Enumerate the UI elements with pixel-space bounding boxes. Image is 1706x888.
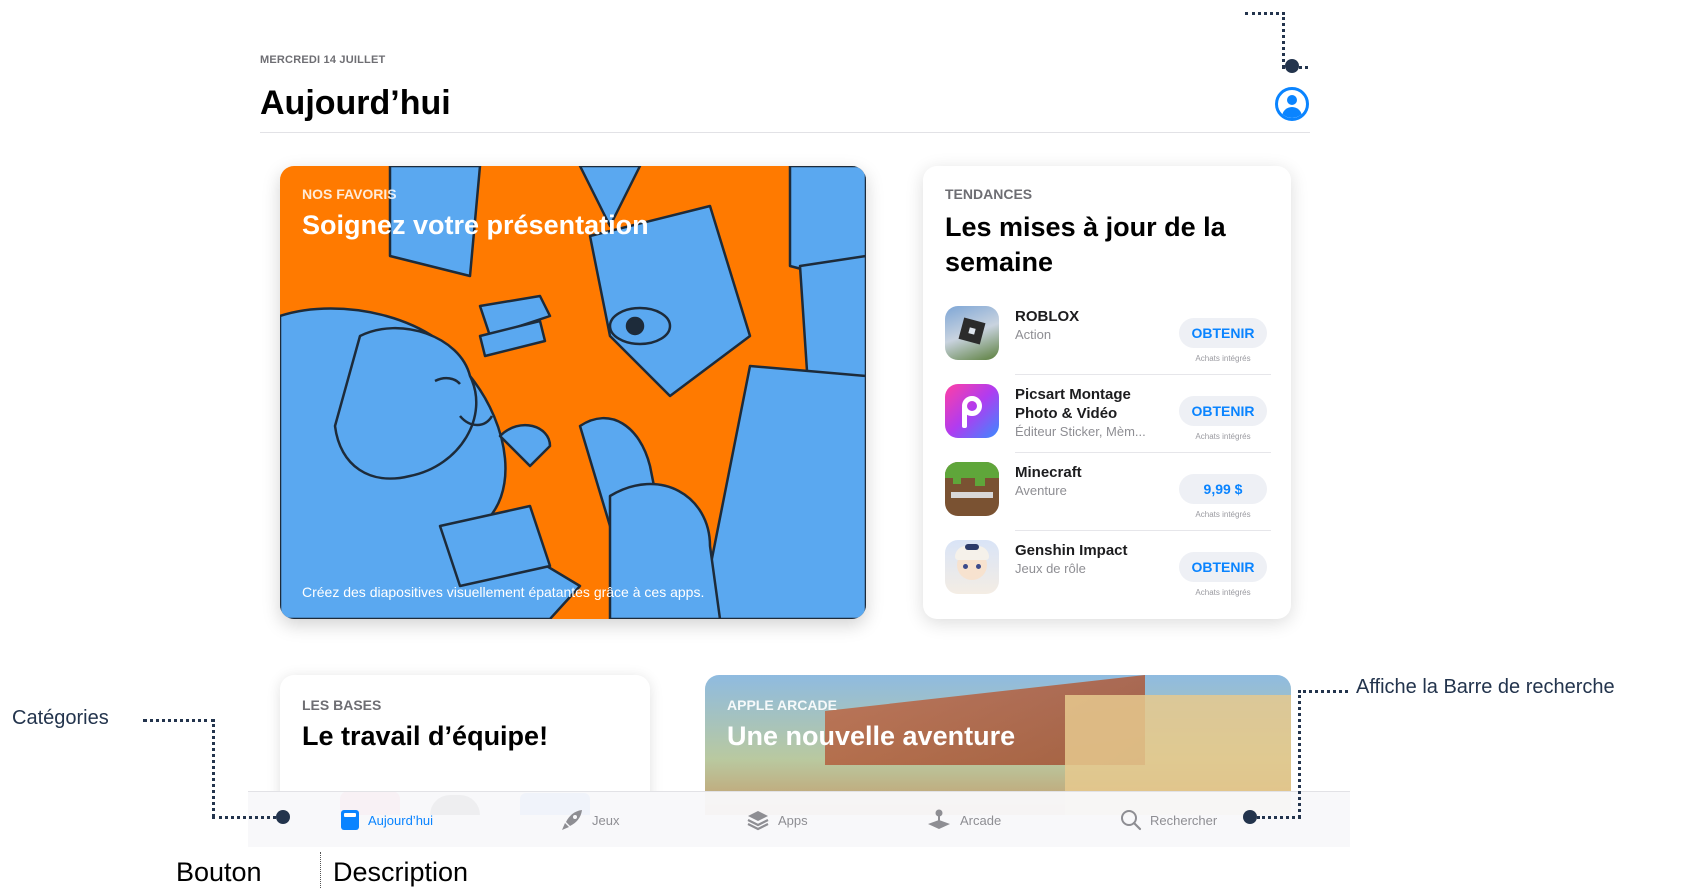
trending-card[interactable]: TENDANCES Les mises à jour de la semaine… (923, 166, 1291, 619)
stack-icon (747, 811, 769, 831)
tab-search[interactable]: Rechercher (1120, 792, 1217, 848)
page-date: MERCREDI 14 JUILLET (260, 54, 386, 66)
tab-label: Arcade (960, 812, 1002, 828)
app-name: ROBLOX (1015, 308, 1080, 325)
tab-apps[interactable]: Apps (746, 792, 808, 848)
tab-today[interactable]: Aujourd’hui (340, 792, 433, 848)
get-button-picsart[interactable]: OBTENIR (1179, 396, 1267, 426)
in-app-purchases-note: Achats intégrés (1195, 432, 1251, 441)
page-title: Aujourd’hui (260, 84, 451, 122)
tab-bar: Aujourd’hui Jeux Apps Arcade Rechercher (248, 791, 1350, 847)
categories-callout-dot (276, 810, 290, 824)
categories-callout-line-2 (212, 816, 276, 819)
featured-caption: Créez des diapositives visuellement épat… (302, 584, 705, 600)
genshin-icon (945, 540, 999, 594)
app-name: Picsart Montage Photo & Vidéo (1015, 386, 1131, 422)
picsart-icon (945, 384, 999, 438)
arcade-eyebrow: APPLE ARCADE (727, 697, 837, 713)
tab-games[interactable]: Jeux (560, 792, 619, 848)
minecraft-icon (945, 462, 999, 516)
account-icon[interactable] (1275, 87, 1309, 121)
trending-eyebrow: TENDANCES (945, 186, 1033, 202)
account-callout-dot (1285, 59, 1299, 73)
account-head (1287, 95, 1297, 105)
app-subtitle: Aventure (1015, 483, 1067, 498)
in-app-purchases-note: Achats intégrés (1195, 588, 1251, 597)
app-name: Genshin Impact (1015, 542, 1128, 559)
row-separator (1015, 374, 1271, 375)
tab-label: Apps (778, 812, 808, 828)
app-subtitle: Jeux de rôle (1015, 561, 1086, 576)
search-callout-line-2 (1298, 690, 1348, 818)
today-icon (341, 810, 359, 830)
in-app-purchases-note: Achats intégrés (1195, 510, 1251, 519)
app-row-picsart[interactable]: Picsart Montage Photo & Vidéo Éditeur St… (945, 384, 1271, 462)
tab-label: Aujourd’hui (368, 812, 434, 828)
roblox-icon (945, 306, 999, 360)
rocket-icon (562, 810, 582, 830)
featured-headline: Soignez votre présentation (302, 210, 649, 240)
featured-card[interactable]: NOS FAVORIS Soignez votre présentation C… (280, 166, 866, 619)
categories-annotation: Catégories (12, 707, 109, 729)
tab-arcade[interactable]: Arcade (926, 792, 1001, 848)
row-separator (1015, 452, 1271, 453)
row-separator (1015, 530, 1271, 531)
account-callout-line (1245, 12, 1285, 68)
get-button-genshin[interactable]: OBTENIR (1179, 552, 1267, 582)
get-button-roblox[interactable]: OBTENIR (1179, 318, 1267, 348)
app-row-roblox[interactable]: ROBLOX Action OBTENIR Achats intégrés (945, 306, 1271, 384)
featured-eyebrow: NOS FAVORIS (302, 186, 397, 202)
search-annotation: Affiche la Barre de recherche (1356, 676, 1615, 698)
basics-headline: Le travail d’équipe! (302, 721, 549, 751)
search-callout-dot (1243, 810, 1257, 824)
in-app-purchases-note: Achats intégrés (1195, 354, 1251, 363)
search-callout-line (1257, 816, 1301, 819)
price-button-minecraft[interactable]: 9,99 $ (1179, 474, 1267, 504)
table-column-divider (320, 852, 321, 888)
app-subtitle: Action (1015, 327, 1052, 342)
table-header-description: Description (333, 857, 469, 887)
basics-eyebrow: LES BASES (302, 697, 382, 713)
account-shoulders (1282, 107, 1302, 118)
categories-callout-line (143, 719, 215, 817)
search-icon (1121, 810, 1142, 831)
tab-label: Rechercher (1150, 812, 1218, 828)
arcade-headline: Une nouvelle aventure (727, 721, 1016, 751)
joystick-icon (928, 809, 950, 829)
app-row-minecraft[interactable]: Minecraft Aventure 9,99 $ Achats intégré… (945, 462, 1271, 540)
tab-label: Jeux (592, 812, 620, 828)
table-header-button: Bouton (176, 857, 262, 887)
app-subtitle: Éditeur Sticker, Mèm... (1015, 424, 1146, 439)
app-name: Minecraft (1015, 464, 1082, 481)
app-row-genshin[interactable]: Genshin Impact Jeux de rôle OBTENIR Acha… (945, 540, 1271, 618)
trending-headline: Les mises à jour de la semaine (945, 212, 1226, 277)
title-divider (260, 132, 1310, 133)
